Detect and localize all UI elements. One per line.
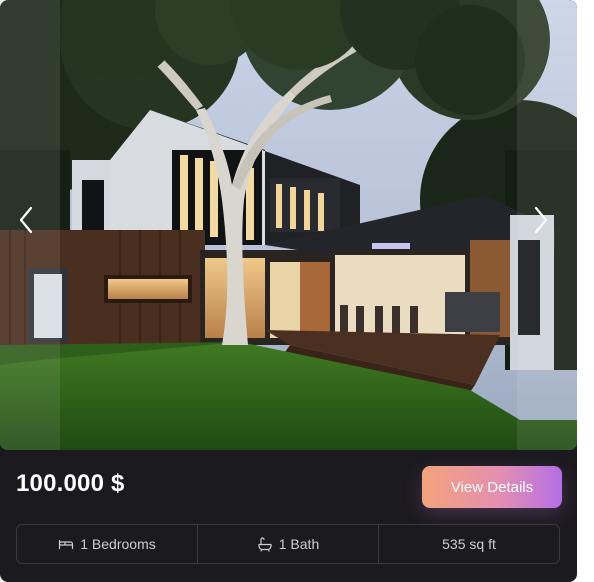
spec-bedrooms-label: 1 Bedrooms [80, 536, 156, 552]
view-details-button[interactable]: View Details [422, 466, 562, 508]
spec-area-label: 535 sq ft [442, 536, 496, 552]
price-label: 100.000 $ [16, 470, 125, 497]
spec-area: 535 sq ft [378, 525, 559, 563]
property-photo [0, 0, 577, 450]
bed-icon [58, 536, 74, 552]
bathtub-icon [257, 536, 273, 552]
spec-bedrooms: 1 Bedrooms [17, 525, 197, 563]
spec-bath: 1 Bath [197, 525, 378, 563]
chevron-left-icon [19, 206, 33, 234]
property-card: 100.000 $ View Details 1 Bedrooms 1 Bath… [0, 0, 577, 582]
house-image [0, 0, 577, 450]
property-specs: 1 Bedrooms 1 Bath 535 sq ft [16, 524, 560, 564]
spec-bath-label: 1 Bath [278, 536, 320, 552]
carousel-prev-button[interactable] [18, 206, 46, 246]
chevron-right-icon [534, 206, 548, 234]
carousel-next-button[interactable] [533, 206, 561, 246]
